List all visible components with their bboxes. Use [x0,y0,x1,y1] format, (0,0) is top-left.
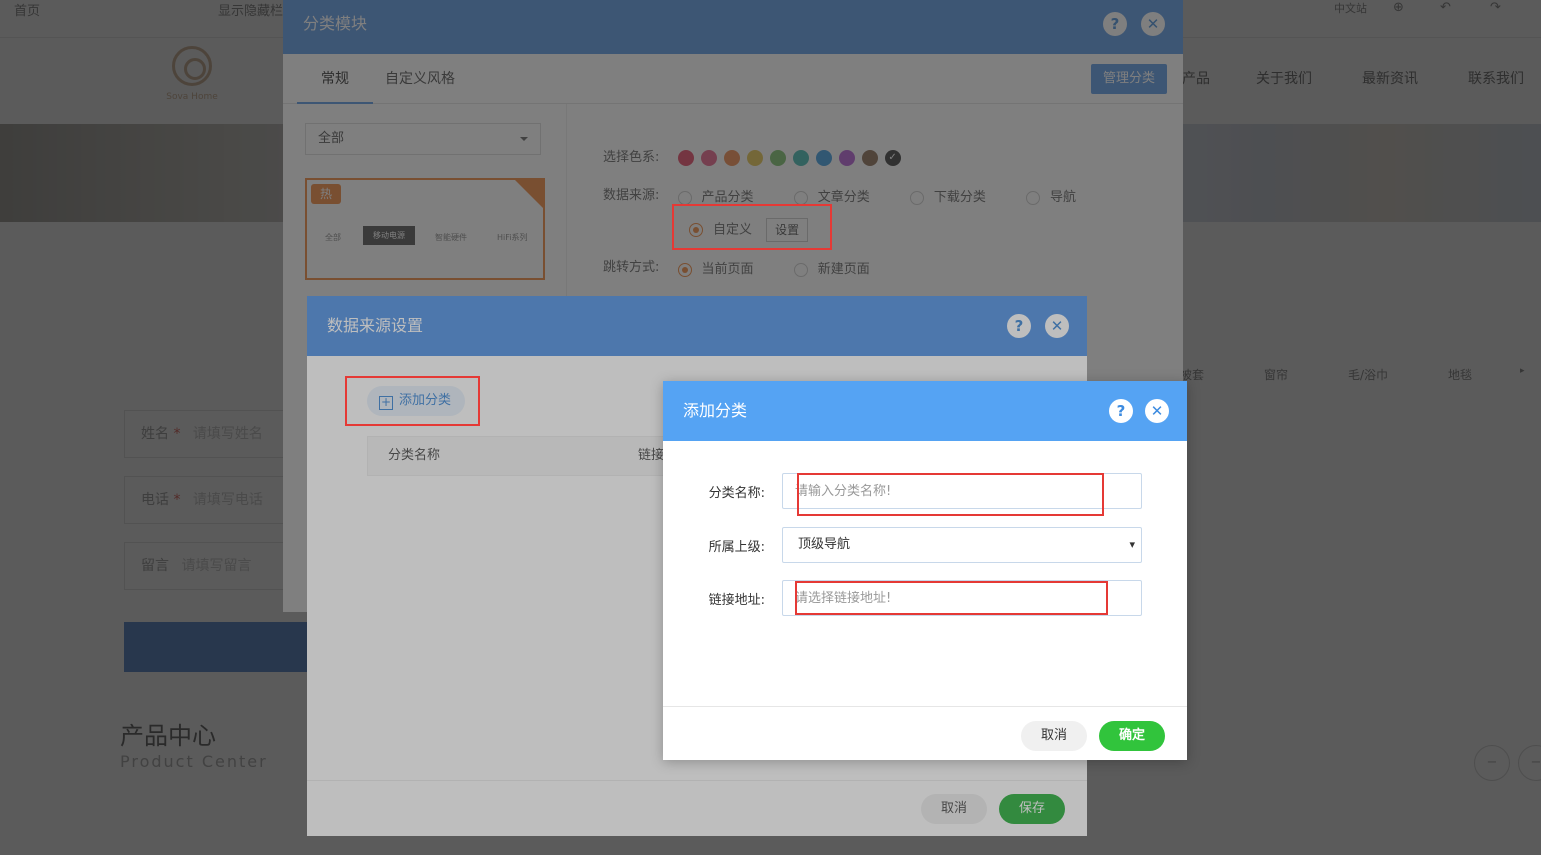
annotation-box [672,204,832,250]
category-name-label: 分类名称: [708,486,765,501]
parent-level-label: 所属上级: [708,540,765,555]
link-address-label: 链接地址: [708,593,765,608]
close-icon[interactable]: ✕ [1145,399,1169,423]
confirm-button[interactable]: 确定 [1099,721,1166,751]
dialog-title: 添加分类 [683,401,748,420]
dialog-header: 添加分类 ? ✕ [663,381,1187,441]
dialog-footer: 取消 确定 [663,706,1187,760]
annotation-box [795,581,1108,615]
cancel-button[interactable]: 取消 [1021,721,1088,751]
parent-level-select[interactable]: 顶级导航 [782,527,1142,563]
annotation-box [797,473,1104,516]
annotation-box [345,376,480,426]
add-category-dialog: 添加分类 ? ✕ 分类名称: 所属上级: 顶级导航 链接地址: 取消 确定 [663,381,1187,760]
help-icon[interactable]: ? [1109,399,1133,423]
parent-level-value: 顶级导航 [798,537,851,552]
